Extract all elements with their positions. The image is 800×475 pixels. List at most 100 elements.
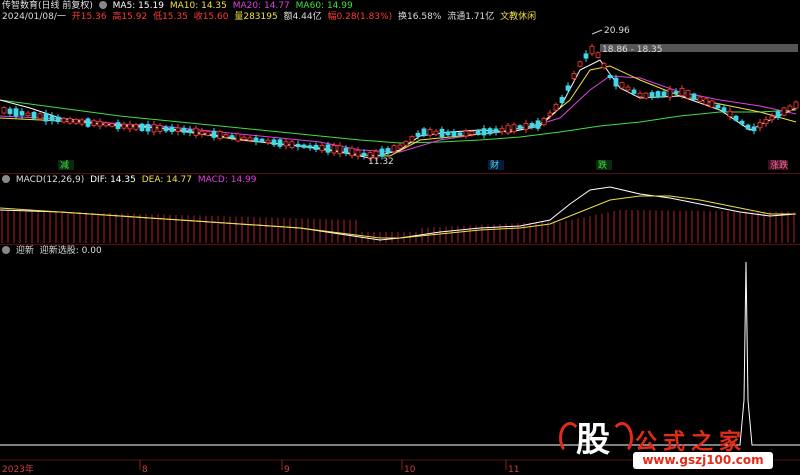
candle-body bbox=[637, 92, 643, 97]
candle-body bbox=[253, 137, 259, 143]
candle-body bbox=[457, 132, 463, 136]
candle-body bbox=[577, 61, 583, 67]
candle-body bbox=[349, 147, 355, 157]
candle-body bbox=[787, 105, 793, 111]
candle-body bbox=[655, 91, 661, 98]
candle-body bbox=[235, 133, 241, 142]
yingxin-value: 迎新选股: 0.00 bbox=[39, 246, 102, 256]
candle-body bbox=[193, 127, 199, 136]
candle-body bbox=[745, 124, 751, 130]
candle-body bbox=[613, 77, 619, 87]
candle-body bbox=[199, 130, 205, 135]
yingxin-settings-icon[interactable] bbox=[2, 246, 10, 254]
candle-body bbox=[295, 143, 301, 148]
yingxin-title[interactable]: 迎新 bbox=[16, 246, 34, 256]
candle-body bbox=[391, 145, 397, 153]
candle-body bbox=[19, 111, 25, 116]
marker-zhangdie: 涨跌 bbox=[770, 160, 788, 171]
candle-body bbox=[31, 111, 37, 119]
candle-body bbox=[421, 128, 427, 136]
candle-body bbox=[793, 101, 799, 109]
candle-body bbox=[517, 125, 523, 130]
brand-logo: 股 bbox=[576, 420, 610, 460]
candle-body bbox=[319, 145, 325, 151]
ma60-line bbox=[0, 99, 797, 144]
xaxis-label-8: 8 bbox=[142, 465, 148, 475]
candle-body bbox=[703, 98, 709, 105]
candle-body bbox=[475, 129, 481, 135]
candle-body bbox=[685, 90, 691, 99]
candle-body bbox=[127, 123, 133, 130]
candle-body bbox=[661, 91, 667, 97]
candle-body bbox=[217, 131, 223, 140]
candle-body bbox=[361, 152, 367, 157]
candle-body bbox=[115, 122, 121, 130]
candle-body bbox=[769, 115, 775, 121]
xaxis-label-11: 11 bbox=[508, 465, 519, 475]
candle-body bbox=[763, 119, 769, 125]
macd-settings-icon[interactable] bbox=[2, 175, 10, 183]
candle-body bbox=[133, 124, 139, 130]
candle-body bbox=[289, 141, 295, 148]
xaxis-label-2023: 2023年 bbox=[2, 463, 34, 475]
candle-body bbox=[583, 53, 589, 59]
candle-body bbox=[205, 131, 211, 136]
yingxin-header: 迎新 迎新选股: 0.00 bbox=[2, 246, 105, 257]
candle-body bbox=[565, 85, 571, 91]
candle-body bbox=[481, 128, 487, 136]
xaxis-label-9: 9 bbox=[284, 465, 290, 475]
candle-body bbox=[301, 144, 307, 148]
candle-body bbox=[667, 88, 673, 98]
brand-url[interactable]: www.gszj100.com bbox=[633, 452, 773, 469]
candle-body bbox=[277, 139, 283, 147]
candle-body bbox=[283, 141, 289, 147]
candle-body bbox=[175, 127, 181, 132]
candle-body bbox=[487, 128, 493, 135]
candle-body bbox=[451, 130, 457, 137]
candle-body bbox=[547, 112, 553, 117]
candle-body bbox=[85, 118, 91, 127]
candle-body bbox=[589, 45, 595, 55]
panel-divider-macd bbox=[0, 244, 800, 245]
candle-body bbox=[121, 123, 127, 129]
kline-chart[interactable]: 20.96 18.86 - 18.35 11.32 减 财 跌 涨跌 2023年… bbox=[0, 0, 800, 475]
candle-body bbox=[511, 124, 517, 133]
candle-body bbox=[775, 111, 781, 119]
candle-body bbox=[571, 73, 577, 79]
candle-body bbox=[265, 139, 271, 144]
candle-body bbox=[223, 133, 229, 138]
candle-body bbox=[25, 112, 31, 116]
candle-body bbox=[715, 104, 721, 109]
candle-body bbox=[523, 123, 529, 130]
candle-body bbox=[649, 92, 655, 98]
candle-body bbox=[259, 138, 265, 143]
right-horn-icon bbox=[611, 422, 633, 454]
candle-body bbox=[145, 124, 151, 132]
candle-body bbox=[403, 140, 409, 146]
candle-body bbox=[751, 126, 757, 132]
marker-cai: 财 bbox=[490, 159, 499, 171]
candle-body bbox=[343, 147, 349, 154]
candle-body bbox=[409, 136, 415, 142]
candle-body bbox=[91, 120, 97, 127]
candle-body bbox=[541, 118, 547, 126]
candle-body bbox=[427, 129, 433, 136]
candle-body bbox=[325, 144, 331, 153]
candle-body bbox=[727, 110, 733, 117]
candle-body bbox=[55, 116, 61, 122]
candle-body bbox=[529, 123, 535, 128]
candle-body bbox=[415, 132, 421, 137]
brand-watermark: 股 公式之家 www.gszj100.com bbox=[555, 416, 800, 475]
candle-body bbox=[721, 107, 727, 112]
candle-body bbox=[49, 115, 55, 122]
candle-body bbox=[271, 139, 277, 146]
macd-value: MACD: 14.99 bbox=[197, 175, 257, 185]
candle-body bbox=[397, 144, 403, 149]
candle-body bbox=[385, 148, 391, 154]
candle-body bbox=[163, 126, 169, 132]
candle-body bbox=[445, 131, 451, 136]
candle-body bbox=[73, 119, 79, 124]
candle-body bbox=[595, 52, 601, 58]
macd-title[interactable]: MACD(12,26,9) bbox=[16, 175, 84, 185]
macd-dea: DEA: 14.77 bbox=[141, 175, 192, 185]
